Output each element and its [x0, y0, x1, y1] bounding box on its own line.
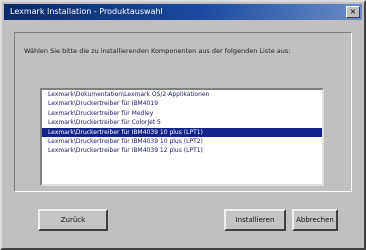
- component-listbox[interactable]: Lexmark\Dokumentation\Lexmark OS/2-Appli…: [40, 88, 324, 186]
- list-item[interactable]: Lexmark\Druckertreiber für IBM4019: [42, 99, 322, 108]
- instruction-text: Wählen Sie bitte die zu installierenden …: [24, 47, 291, 55]
- list-item[interactable]: Lexmark\Druckertreiber für IBM4039 12 pl…: [42, 146, 322, 155]
- close-button[interactable]: ×: [346, 6, 360, 18]
- window-title: Lexmark Installation - Produktauswahl: [10, 7, 163, 16]
- back-button[interactable]: Zurück: [38, 209, 108, 231]
- install-button[interactable]: Installieren: [224, 209, 286, 231]
- list-item[interactable]: Lexmark\Druckertreiber für ColorJet 5: [42, 118, 322, 127]
- list-item[interactable]: Lexmark\Druckertreiber für Medley: [42, 109, 322, 118]
- installer-dialog: Lexmark Installation - Produktauswahl × …: [0, 0, 366, 250]
- list-item-selected[interactable]: Lexmark\Druckertreiber für IBM4039 10 pl…: [42, 127, 322, 137]
- list-item[interactable]: Lexmark\Druckertreiber für IBM4039 10 pl…: [42, 137, 322, 146]
- title-bar[interactable]: Lexmark Installation - Produktauswahl ×: [4, 4, 362, 20]
- cancel-button[interactable]: Abbrechen: [292, 209, 338, 231]
- list-item[interactable]: Lexmark\Dokumentation\Lexmark OS/2-Appli…: [42, 90, 322, 99]
